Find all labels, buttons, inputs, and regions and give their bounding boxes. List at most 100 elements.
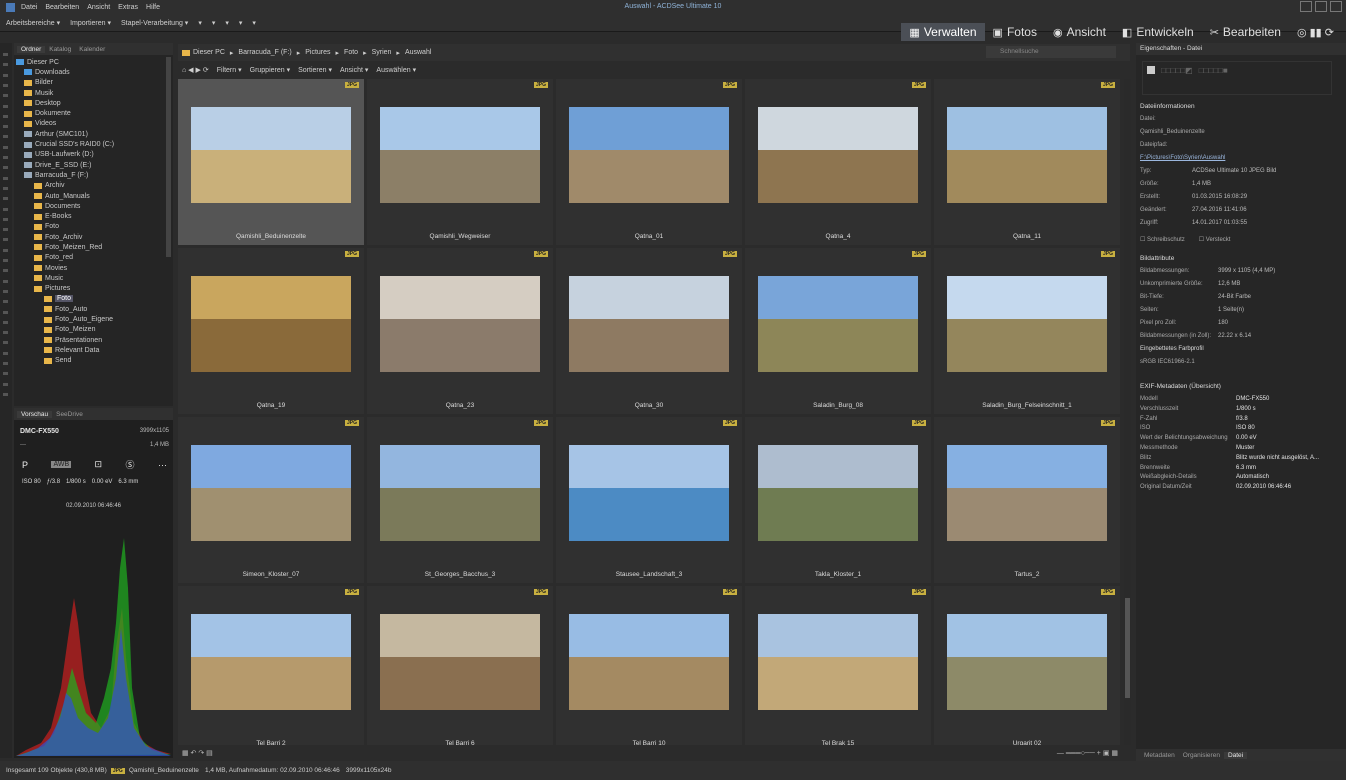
thumbnail-image[interactable] xyxy=(191,276,351,372)
thumbnail-image[interactable] xyxy=(191,445,351,541)
search-input[interactable]: Schnellsuche xyxy=(986,46,1116,58)
breadcrumb-dieser-pc[interactable]: Dieser PC xyxy=(193,49,225,56)
thumbnail-image[interactable] xyxy=(569,614,729,710)
tool-dropdown-3[interactable]: ▾ xyxy=(225,19,229,27)
thumbnail-cell[interactable]: JPG Tel Barri 2 xyxy=(178,586,364,745)
folder-item[interactable]: Auto_Manuals xyxy=(14,191,173,201)
thumbnail-cell[interactable]: JPG Saladin_Burg_08 xyxy=(745,248,931,414)
hidden-checkbox[interactable]: ☐ Versteckt xyxy=(1199,236,1231,243)
readonly-checkbox[interactable]: ☐ Schreibschutz xyxy=(1140,236,1185,243)
thumbnail-image[interactable] xyxy=(758,614,918,710)
folder-item[interactable]: Archiv xyxy=(14,181,173,191)
folder-item[interactable]: Foto_Archiv xyxy=(14,232,173,242)
tool-dropdown-2[interactable]: ▾ xyxy=(212,19,216,27)
folder-item[interactable]: Crucial SSD's RAID0 (C:) xyxy=(14,139,173,149)
tool-dropdown-1[interactable]: ▾ xyxy=(198,19,202,27)
folder-item[interactable]: Foto_red xyxy=(14,253,173,263)
thumbnail-cell[interactable]: JPG St_Georges_Bacchus_3 xyxy=(367,417,553,583)
folder-item[interactable]: Documents xyxy=(14,201,173,211)
thumbnail-cell[interactable]: JPG Qatna_30 xyxy=(556,248,742,414)
workspaces-button[interactable]: Arbeitsbereiche ▾ xyxy=(6,19,60,27)
thumbnail-image[interactable] xyxy=(380,276,540,372)
folder-item[interactable]: Bilder xyxy=(14,78,173,88)
tab-ordner[interactable]: Ordner xyxy=(17,45,46,53)
rating-icon[interactable]: □□□□□◩ xyxy=(1161,66,1193,75)
tab-datei[interactable]: Datei xyxy=(1223,751,1248,759)
thumbnail-cell[interactable]: JPG Qatna_11 xyxy=(934,79,1120,245)
menu-datei[interactable]: Datei xyxy=(21,4,37,11)
folder-item[interactable]: Barracuda_F (F:) xyxy=(14,170,173,180)
thumbnail-image[interactable] xyxy=(191,614,351,710)
tool-dropdown-4[interactable]: ▾ xyxy=(239,19,243,27)
thumbnail-image[interactable] xyxy=(947,107,1107,203)
tab-kalender[interactable]: Kalender xyxy=(75,46,109,53)
thumbnail-image[interactable] xyxy=(380,614,540,710)
thumbnail-cell[interactable]: JPG Qatna_4 xyxy=(745,79,931,245)
thumbnail-image[interactable] xyxy=(569,276,729,372)
mode-extra[interactable]: ◎ ▮▮ ⟳ xyxy=(1289,24,1342,41)
breadcrumb-foto[interactable]: Foto xyxy=(344,49,358,56)
thumbnail-cell[interactable]: JPG Tel Barri 10 xyxy=(556,586,742,745)
mode-fotos[interactable]: ▣ Fotos xyxy=(985,23,1045,41)
home-icon[interactable]: ⌂ ◀ ▶ ⟳ xyxy=(182,66,209,74)
folder-item[interactable]: Foto_Meizen_Red xyxy=(14,242,173,252)
maximize-button[interactable] xyxy=(1315,1,1327,12)
grid-scrollbar-thumb[interactable] xyxy=(1125,598,1130,698)
thumbnail-cell[interactable]: JPG Stausee_Landschaft_3 xyxy=(556,417,742,583)
thumbnail-cell[interactable]: JPG Takla_Kloster_1 xyxy=(745,417,931,583)
filter-menu[interactable]: Filtern ▾ xyxy=(217,66,242,74)
folder-item[interactable]: Pictures xyxy=(14,284,173,294)
folder-item[interactable]: Arthur (SMC101) xyxy=(14,129,173,139)
minimize-button[interactable] xyxy=(1300,1,1312,12)
close-button[interactable] xyxy=(1330,1,1342,12)
thumbnail-cell[interactable]: JPG Qamishli_Wegweiser xyxy=(367,79,553,245)
zoom-slider[interactable]: — ═══○── + ▣ ▦ xyxy=(1057,749,1118,757)
thumbnail-cell[interactable]: JPG Qatna_23 xyxy=(367,248,553,414)
tab-organisieren[interactable]: Organisieren xyxy=(1179,752,1224,759)
folder-item[interactable]: Foto_Auto_Eigene xyxy=(14,314,173,324)
tab-metadaten[interactable]: Metadaten xyxy=(1140,752,1179,759)
breadcrumb-auswahl[interactable]: Auswahl xyxy=(405,49,431,56)
thumbnail-cell[interactable]: JPG Qatna_01 xyxy=(556,79,742,245)
folder-item[interactable]: Desktop xyxy=(14,98,173,108)
thumbnail-image[interactable] xyxy=(758,445,918,541)
tab-seedrive[interactable]: SeeDrive xyxy=(52,411,87,418)
folder-item[interactable]: Foto_Auto xyxy=(14,304,173,314)
menu-extras[interactable]: Extras xyxy=(118,4,138,11)
breadcrumb-pictures[interactable]: Pictures xyxy=(305,49,330,56)
thumbnail-cell[interactable]: JPG Tel Barri 6 xyxy=(367,586,553,745)
breadcrumb-syrien[interactable]: Syrien xyxy=(372,49,392,56)
thumbnail-cell[interactable]: JPG Saladin_Burg_Felseinschnitt_1 xyxy=(934,248,1120,414)
folder-item[interactable]: Foto xyxy=(14,294,173,304)
thumbnail-image[interactable] xyxy=(758,107,918,203)
thumbnail-image[interactable] xyxy=(380,445,540,541)
view-menu[interactable]: Ansicht ▾ xyxy=(340,66,368,74)
folder-item[interactable]: Drive_E_SSD (E:) xyxy=(14,160,173,170)
mode-entwickeln[interactable]: ◧ Entwickeln xyxy=(1114,23,1202,41)
folder-item[interactable]: Music xyxy=(14,273,173,283)
folder-item[interactable]: Relevant Data xyxy=(14,345,173,355)
tool-dropdown-5[interactable]: ▾ xyxy=(252,19,256,27)
folder-item[interactable]: Dieser PC xyxy=(14,57,173,67)
color-label-icon[interactable]: □□□□□■ xyxy=(1199,66,1228,75)
mode-ansicht[interactable]: ◉ Ansicht xyxy=(1045,23,1114,41)
folder-item[interactable]: Foto xyxy=(14,222,173,232)
tab-katalog[interactable]: Katalog xyxy=(45,46,75,53)
thumbnail-image[interactable] xyxy=(758,276,918,372)
folder-item[interactable]: Dokumente xyxy=(14,108,173,118)
folder-item[interactable]: Send xyxy=(14,356,173,366)
folder-item[interactable]: Musik xyxy=(14,88,173,98)
thumbnail-image[interactable] xyxy=(569,445,729,541)
checkbox-icon[interactable] xyxy=(1147,66,1155,74)
folder-scrollbar[interactable] xyxy=(166,57,171,257)
thumbnail-image[interactable] xyxy=(947,445,1107,541)
tab-vorschau[interactable]: Vorschau xyxy=(17,410,53,418)
menu-hilfe[interactable]: Hilfe xyxy=(146,4,160,11)
thumbnail-image[interactable] xyxy=(191,107,351,203)
group-menu[interactable]: Gruppieren ▾ xyxy=(250,66,290,74)
app-icon[interactable] xyxy=(6,2,15,12)
thumbnail-image[interactable] xyxy=(947,614,1107,710)
folder-item[interactable]: Videos xyxy=(14,119,173,129)
select-menu[interactable]: Auswählen ▾ xyxy=(376,66,416,74)
thumbnail-cell[interactable]: JPG Qamishli_Beduinenzelte xyxy=(178,79,364,245)
